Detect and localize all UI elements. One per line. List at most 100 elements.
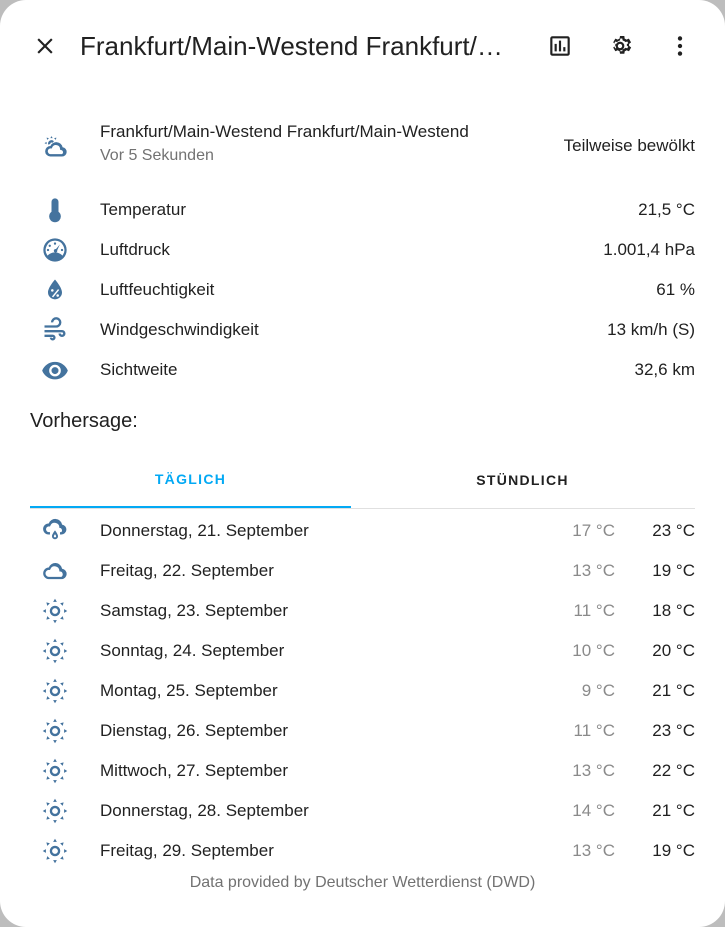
forecast-high: 23 °C [652,721,695,740]
forecast-low: 17 °C [572,521,615,540]
sunny-icon [41,677,69,705]
attribute-label: Temperatur [100,200,186,219]
sunny-icon [41,837,69,865]
forecast-date: Sonntag, 24. September [100,641,285,660]
sunny-icon [41,797,69,825]
forecast-low: 9 °C [581,681,615,700]
attribute-row-pressure: Luftdruck 1.001,4 hPa [0,230,725,270]
forecast-low: 14 °C [572,801,615,820]
attribute-icon-cell [30,316,80,344]
forecast-date: Montag, 25. September [100,681,278,700]
more-options-button[interactable] [656,22,704,70]
forecast-date: Freitag, 29. September [100,841,274,860]
forecast-icon-cell [30,557,80,585]
forecast-icon-cell [30,717,80,745]
forecast-high: 23 °C [652,521,695,540]
forecast-high: 19 °C [652,561,695,580]
attribute-label: Sichtweite [100,360,178,379]
forecast-date: Donnerstag, 28. September [100,801,309,820]
attribution-text: Data provided by Deutscher Wetterdienst … [189,874,536,891]
dialog-header: Frankfurt/Main-Westend Frankfurt/Main-We… [0,0,725,92]
rainy-icon [41,517,69,545]
forecast-row: Freitag, 22. September 13 °C 19 °C [0,551,725,591]
forecast-row: Donnerstag, 21. September 17 °C 23 °C [0,511,725,551]
current-icon-cell [30,132,80,160]
chart-box-icon [550,36,570,56]
forecast-high: 18 °C [652,601,695,620]
gauge-icon [41,236,69,264]
forecast-low: 10 °C [572,641,615,660]
current-condition: Teilweise bewölkt [563,136,695,155]
forecast-low: 13 °C [572,561,615,580]
close-icon [37,38,53,54]
forecast-date: Dienstag, 26. September [100,721,289,740]
attribute-row-visibility: Sichtweite 32,6 km [0,350,725,390]
attribute-value: 61 % [656,280,695,299]
attribute-value: 21,5 °C [638,200,695,219]
attribute-row-temperature: Temperatur 21,5 °C [0,190,725,230]
dialog-title: Frankfurt/Main-Westend Frankfurt/Main-We… [80,31,520,61]
attribute-value: 32,6 km [634,360,695,379]
forecast-row: Mittwoch, 27. September 13 °C 22 °C [0,751,725,791]
forecast-low: 11 °C [573,721,615,740]
history-button[interactable] [536,22,584,70]
forecast-high: 21 °C [652,801,695,820]
forecast-row: Freitag, 29. September 13 °C 19 °C [0,831,725,871]
partly-cloudy-icon [41,132,69,160]
forecast-row: Donnerstag, 28. September 14 °C 21 °C [0,791,725,831]
last-updated: Vor 5 Sekunden [100,147,214,164]
forecast-icon-cell [30,677,80,705]
station-name: Frankfurt/Main-Westend Frankfurt/Main-We… [100,122,469,141]
eye-icon [41,356,69,384]
settings-button[interactable] [596,22,644,70]
forecast-icon-cell [30,517,80,545]
forecast-icon-cell [30,797,80,825]
forecast-high: 19 °C [652,841,695,860]
attribute-icon-cell [30,196,80,224]
attribute-label: Windgeschwindigkeit [100,320,259,339]
forecast-low: 13 °C [572,761,615,780]
forecast-heading: Vorhersage: [30,410,138,432]
gear-icon [613,36,632,54]
cloudy-icon [41,557,69,585]
sunny-icon [41,597,69,625]
attribute-icon-cell [30,276,80,304]
forecast-row: Sonntag, 24. September 10 °C 20 °C [0,631,725,671]
forecast-high: 22 °C [652,761,695,780]
attribute-icon-cell [30,356,80,384]
forecast-row: Dienstag, 26. September 11 °C 23 °C [0,711,725,751]
forecast-row: Montag, 25. September 9 °C 21 °C [0,671,725,711]
attribute-row-wind: Windgeschwindigkeit 13 km/h (S) [0,310,725,350]
forecast-date: Mittwoch, 27. September [100,761,289,780]
sunny-icon [41,637,69,665]
attribute-value: 1.001,4 hPa [603,240,695,259]
forecast-icon-cell [30,597,80,625]
water-percent-icon [41,276,69,304]
forecast-date: Donnerstag, 21. September [100,521,309,540]
forecast-icon-cell [30,637,80,665]
forecast-date: Samstag, 23. September [100,601,289,620]
forecast-high: 20 °C [652,641,695,660]
forecast-high: 21 °C [652,681,695,700]
forecast-low: 13 °C [572,841,615,860]
forecast-low: 11 °C [573,601,615,620]
attribute-row-humidity: Luftfeuchtigkeit 61 % [0,270,725,310]
forecast-icon-cell [30,757,80,785]
sunny-icon [41,717,69,745]
attribute-value: 13 km/h (S) [607,320,695,339]
forecast-date: Freitag, 22. September [100,561,274,580]
tab-daily[interactable]: TÄGLICH [30,452,351,508]
dots-vertical-icon [677,36,683,56]
attribute-icon-cell [30,236,80,264]
forecast-row: Samstag, 23. September 11 °C 18 °C [0,591,725,631]
attribute-label: Luftfeuchtigkeit [100,280,215,299]
current-weather: Frankfurt/Main-Westend Frankfurt/Main-We… [0,118,725,174]
close-button[interactable] [21,22,69,70]
sunny-icon [41,757,69,785]
wind-icon [41,316,69,344]
weather-dialog: Frankfurt/Main-Westend Frankfurt/Main-We… [0,0,725,927]
forecast-icon-cell [30,837,80,865]
forecast-tabs: TÄGLICH STÜNDLICH [30,452,695,509]
tab-hourly[interactable]: STÜNDLICH [362,452,683,508]
thermometer-icon [41,196,69,224]
